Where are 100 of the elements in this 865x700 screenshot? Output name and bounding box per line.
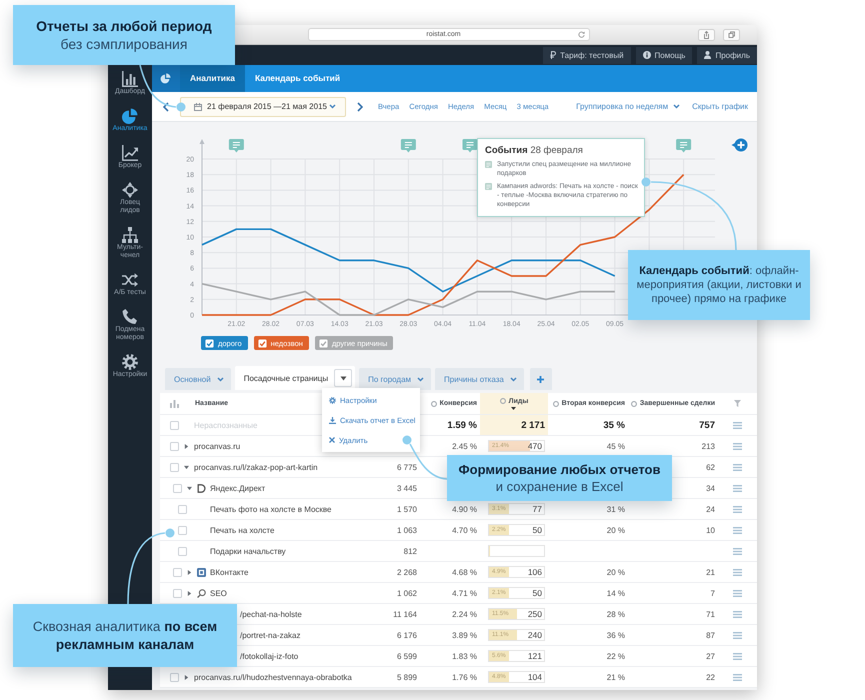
d-shape-icon xyxy=(197,484,206,492)
caret-icon xyxy=(216,376,224,382)
table-cell: /portret-na-zakaz xyxy=(240,630,300,640)
checkbox[interactable] xyxy=(178,546,187,556)
add-tab-button[interactable] xyxy=(530,368,552,390)
table-cell: 34 xyxy=(706,484,715,492)
table-cell: 22 xyxy=(706,672,715,682)
ring-icon xyxy=(430,400,437,406)
checkbox-icon[interactable] xyxy=(258,338,267,348)
table-cell: 3.89 % xyxy=(452,630,477,640)
share-icon[interactable] xyxy=(698,28,715,40)
line-chart-icon xyxy=(122,145,138,161)
menu-icon[interactable] xyxy=(733,422,742,428)
table-cell: 27 xyxy=(706,652,715,660)
ruble-icon xyxy=(550,51,556,59)
table-cell: Печать на холсте xyxy=(210,526,274,534)
table-cell: 1 063 xyxy=(396,526,417,534)
leads-value: 106 xyxy=(528,567,543,577)
caret-icon xyxy=(340,376,347,380)
bar-chart-icon xyxy=(122,71,138,87)
hide-chart-link[interactable]: Скрыть график xyxy=(692,102,748,111)
caret-icon[interactable] xyxy=(187,570,192,574)
speech-bubble-icon[interactable] xyxy=(676,139,692,152)
menu-icon[interactable] xyxy=(733,526,742,534)
table-cell: SEO xyxy=(210,588,227,598)
plus-bubble-icon[interactable] xyxy=(732,138,748,152)
table-cell: 71 xyxy=(706,610,715,618)
profile-button[interactable]: Профиль xyxy=(697,46,757,64)
menu-icon[interactable] xyxy=(733,548,742,554)
table-cell: Яндекс.Директ xyxy=(210,484,266,492)
menu-icon[interactable] xyxy=(733,674,742,680)
bar-chart-icon[interactable] xyxy=(170,400,179,408)
checkbox[interactable] xyxy=(170,462,179,472)
menu-icon[interactable] xyxy=(733,590,742,596)
caret-icon[interactable] xyxy=(187,486,192,490)
tariff-button[interactable]: Тариф: тестовый xyxy=(543,46,631,64)
download-icon xyxy=(329,416,336,424)
checkbox[interactable] xyxy=(173,484,182,492)
menu-icon[interactable] xyxy=(733,484,742,492)
help-button[interactable]: Помощь xyxy=(636,46,692,64)
table-cell: 2 268 xyxy=(396,568,417,576)
table-cell: 35 % xyxy=(603,420,625,430)
checkbox-icon[interactable] xyxy=(205,338,214,348)
caret-icon[interactable] xyxy=(187,590,192,596)
ring-icon xyxy=(500,398,506,404)
nav-tab[interactable]: Календарь событий xyxy=(245,65,350,92)
info-icon xyxy=(642,51,651,59)
table-cell: 87 xyxy=(706,630,715,640)
table-cell: 4.90 % xyxy=(452,504,477,514)
checkbox[interactable] xyxy=(170,420,179,430)
report-tab[interactable]: Причины отказа xyxy=(435,368,524,390)
speech-bubble-icon[interactable] xyxy=(228,139,244,152)
report-tab[interactable]: По городам xyxy=(359,368,432,390)
menu-icon[interactable] xyxy=(733,632,742,638)
chevron-left-icon[interactable] xyxy=(163,102,169,112)
table-cell: 1.59 % xyxy=(447,420,477,430)
table-cell: 213 xyxy=(702,442,715,450)
table-cell: 20 % xyxy=(606,526,625,534)
checkbox[interactable] xyxy=(173,588,182,598)
plus-icon xyxy=(537,376,544,382)
menu-icon[interactable] xyxy=(733,464,742,470)
chevron-right-icon[interactable] xyxy=(357,102,363,112)
menu-icon[interactable] xyxy=(733,652,742,660)
caret-icon[interactable] xyxy=(184,464,189,470)
caret-icon xyxy=(673,104,680,109)
caret-icon[interactable] xyxy=(184,444,189,448)
nav-tab[interactable]: Аналитика xyxy=(180,65,245,92)
grouping-dropdown[interactable]: Группировка по неделям xyxy=(576,102,680,111)
table-cell: 2 171 xyxy=(521,420,545,430)
table-cell: 21 xyxy=(706,568,715,576)
table-cell: 10 xyxy=(706,526,715,534)
leads-value: 250 xyxy=(528,609,543,619)
speech-bubble-icon[interactable] xyxy=(462,139,478,152)
tab-menu-button[interactable] xyxy=(334,369,352,387)
checkbox-icon[interactable] xyxy=(318,338,328,348)
filter-icon[interactable] xyxy=(734,400,741,407)
checkbox[interactable] xyxy=(170,442,179,450)
table-cell: 11 164 xyxy=(393,610,417,618)
table-cell: 21 % xyxy=(606,672,625,682)
table-cell: 4.70 % xyxy=(452,526,477,534)
callout-title: Формирование любых отчетов xyxy=(458,461,660,478)
pie-chart-icon[interactable] xyxy=(152,65,180,92)
speech-bubble-icon[interactable] xyxy=(400,139,416,152)
date-range-field[interactable]: 21 февраля 2015 —21 мая 2015 xyxy=(180,96,346,116)
table-cell: 4.68 % xyxy=(452,568,477,576)
caret-icon[interactable] xyxy=(184,674,189,680)
checkbox[interactable] xyxy=(173,568,182,576)
report-tab[interactable]: Посадочные страницы xyxy=(234,366,356,390)
tabs-icon[interactable] xyxy=(723,28,740,40)
menu-icon[interactable] xyxy=(733,506,742,512)
checkbox[interactable] xyxy=(170,672,179,682)
checkbox[interactable] xyxy=(178,526,187,534)
note-icon xyxy=(485,183,492,190)
menu-icon[interactable] xyxy=(733,442,742,450)
menu-icon[interactable] xyxy=(733,610,742,618)
checkbox[interactable] xyxy=(178,504,187,514)
menu-icon[interactable] xyxy=(733,568,742,576)
report-tab[interactable]: Основной xyxy=(165,368,231,390)
tooltip-title: События 28 февраля xyxy=(485,145,584,156)
table-cell: 5 899 xyxy=(396,672,417,682)
